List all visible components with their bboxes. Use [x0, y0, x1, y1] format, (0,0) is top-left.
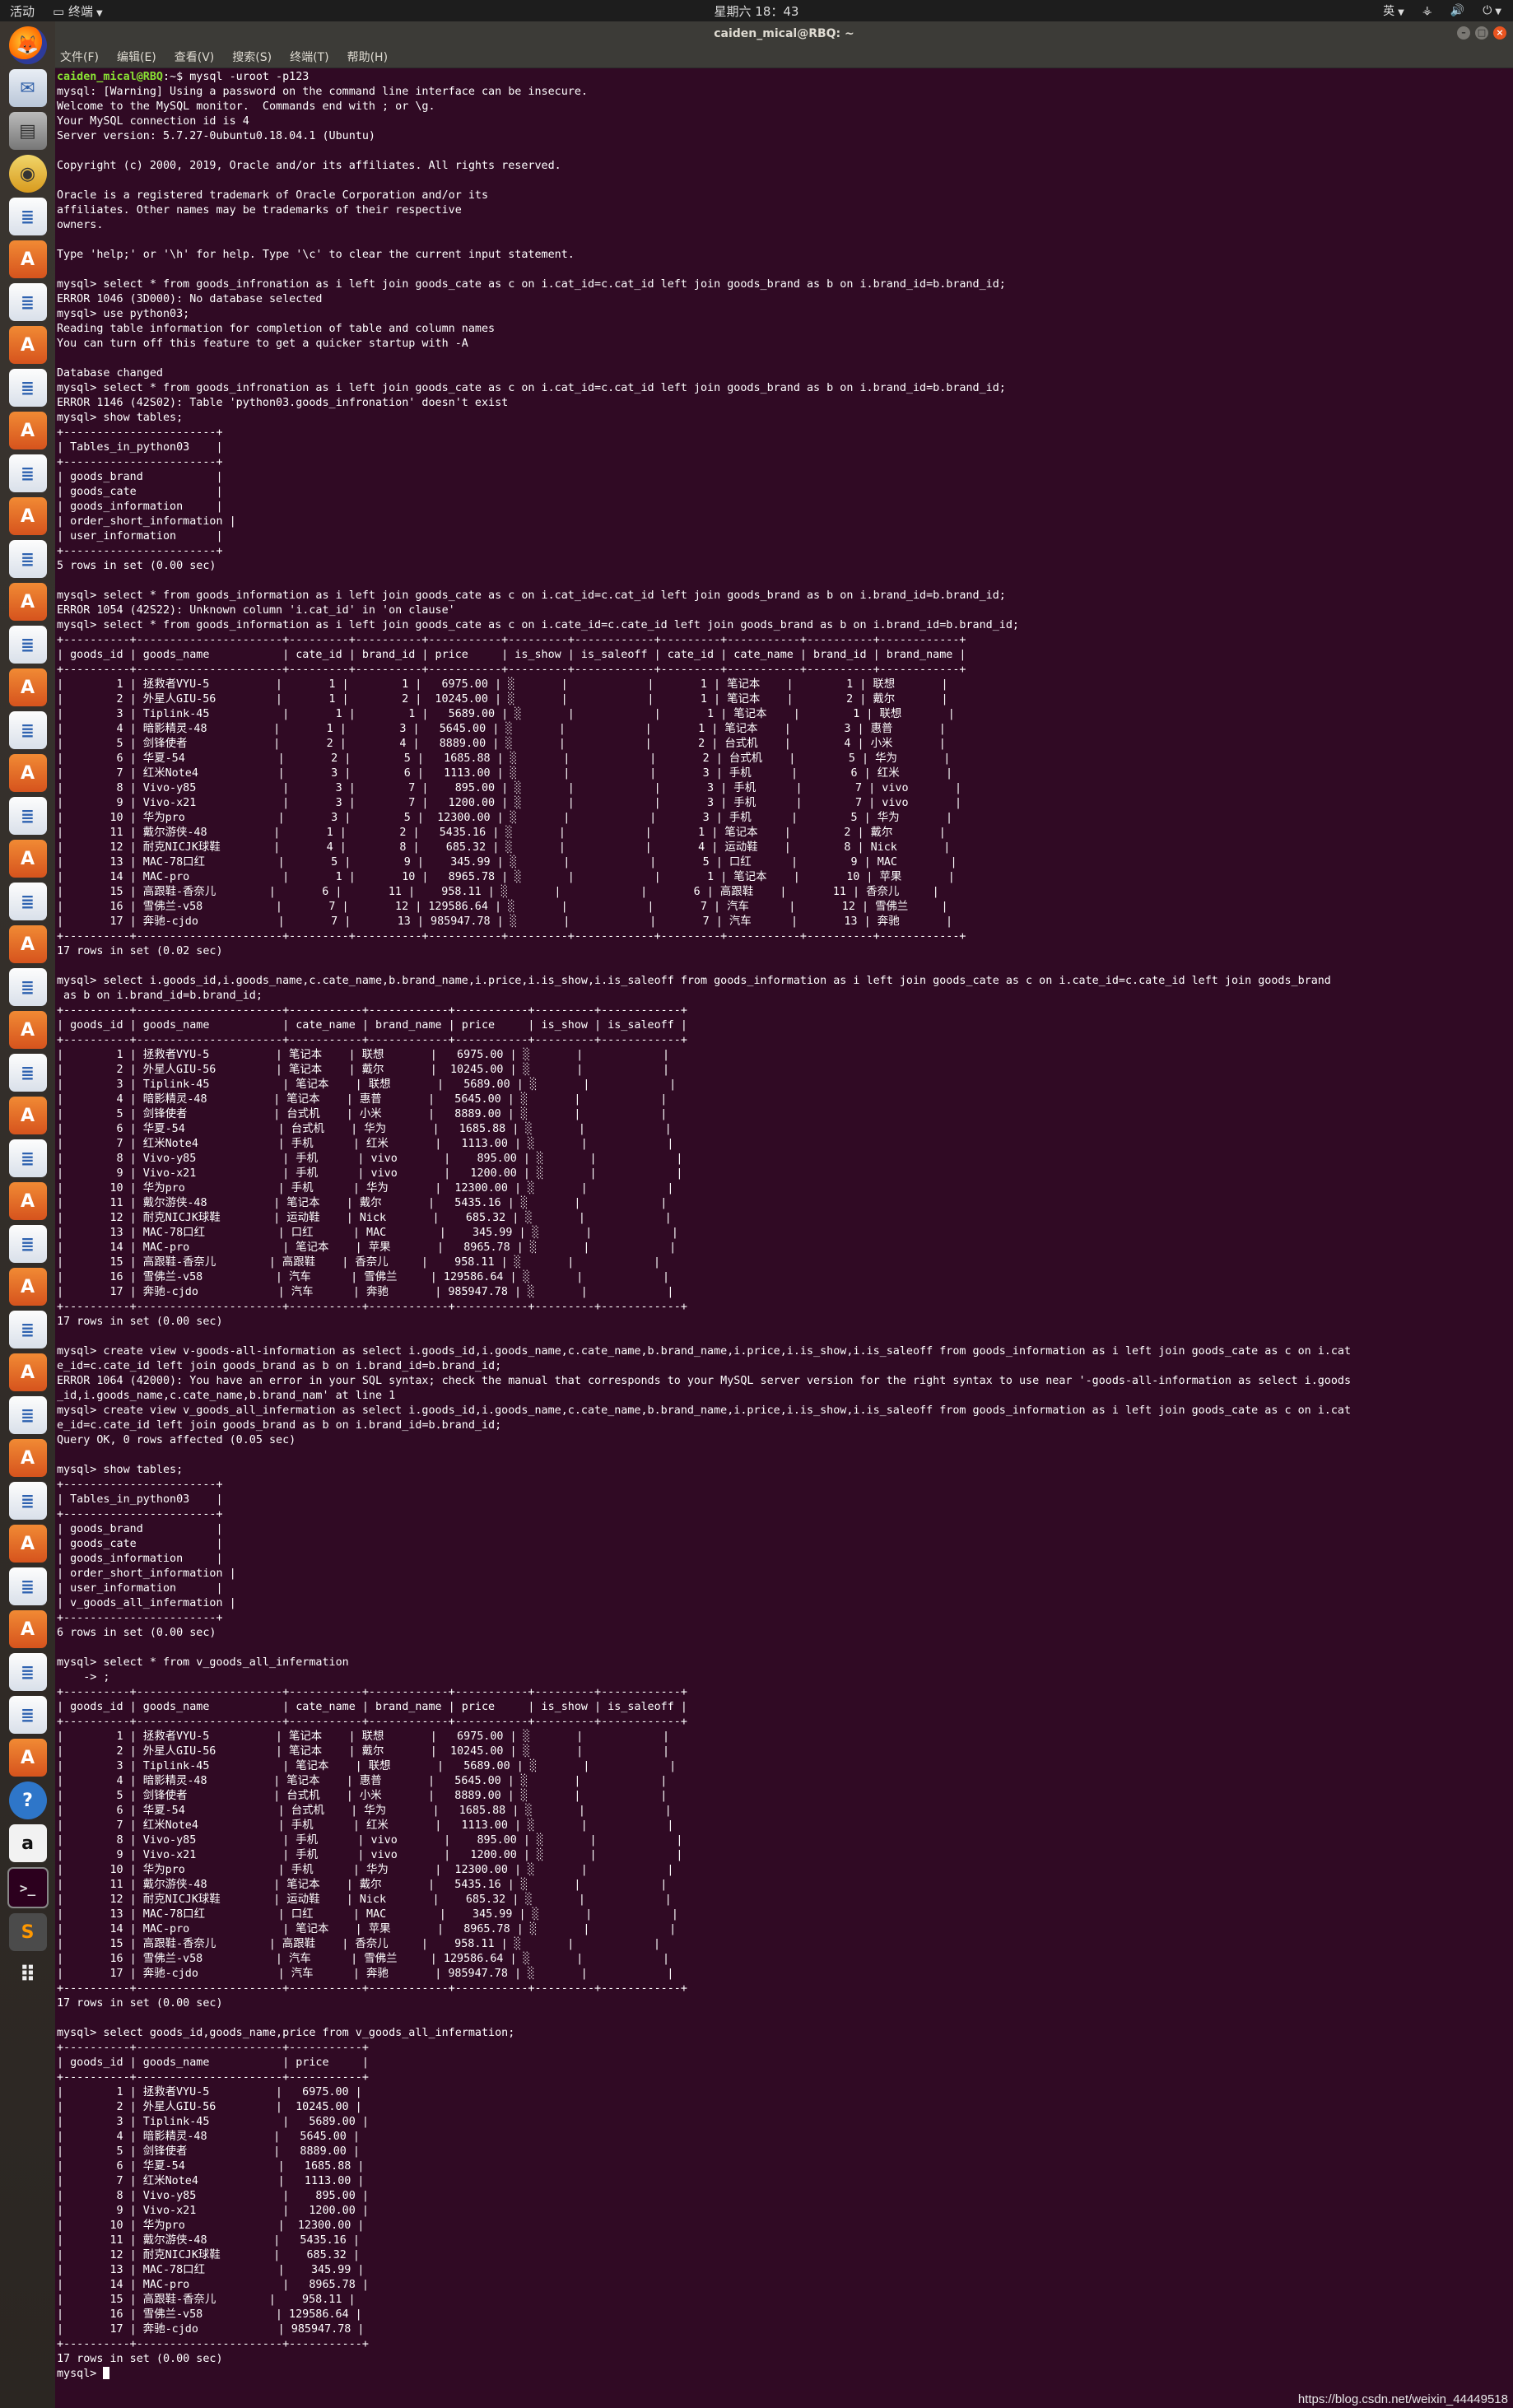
window-titlebar[interactable]: caiden_mical@RBQ: ~ – □ × [55, 21, 1513, 46]
terminal-window: caiden_mical@RBQ: ~ – □ × 文件(F) 编辑(E) 查看(V… [55, 21, 1513, 2408]
libreoffice-writer-icon[interactable]: ≣ [8, 540, 47, 578]
libreoffice-writer-icon[interactable]: ≣ [8, 1482, 47, 1520]
libreoffice-writer-icon[interactable]: ≣ [8, 1054, 47, 1092]
network-icon[interactable]: ⚶ [1422, 4, 1432, 17]
dock: 🦊 ✉ ▤ ◉ ≣ A ≣ A ≣ A ≣ A ≣ A ≣ A ≣ A ≣ A ≣ A ≣ A ≣ A ≣ A ≣ A ≣ A ≣ A ≣ A ≣ A ≣ ≣… [0, 21, 55, 2408]
input-method-indicator[interactable]: 英 ▼ [1383, 2, 1404, 19]
libreoffice-writer-icon[interactable]: ≣ [8, 369, 47, 407]
ubuntu-software-icon[interactable]: A [8, 1739, 47, 1777]
libreoffice-writer-icon[interactable]: ≣ [8, 711, 47, 749]
menu-item[interactable]: 编辑(E) [117, 49, 156, 65]
terminal-icon[interactable]: >_ [7, 1867, 49, 1908]
ubuntu-software-icon[interactable]: A [8, 754, 47, 792]
terminal-scrollback: mysql: [Warning] Using a password on the… [57, 86, 1352, 2365]
files-icon[interactable]: ▤ [8, 112, 47, 150]
thunderbird-mail-icon[interactable]: ✉ [8, 69, 47, 107]
firefox-icon[interactable]: 🦊 [8, 26, 47, 64]
ubuntu-software-icon[interactable]: A [8, 583, 47, 621]
libreoffice-writer-icon[interactable]: ≣ [8, 1567, 47, 1605]
first-command: :~$ mysql -uroot -p123 [163, 71, 310, 83]
ubuntu-software-icon[interactable]: A [8, 1610, 47, 1648]
maximize-button[interactable]: □ [1475, 26, 1488, 40]
menu-item[interactable]: 帮助(H) [347, 49, 388, 65]
text-cursor [103, 2367, 110, 2379]
libreoffice-writer-icon[interactable]: ≣ [8, 1696, 47, 1734]
terminal-output[interactable]: caiden_mical@RBQ:~$ mysql -uroot -p123 m… [55, 68, 1513, 2404]
ubuntu-software-icon[interactable]: A [8, 240, 47, 278]
libreoffice-writer-icon[interactable]: ≣ [8, 1396, 47, 1434]
libreoffice-writer-icon[interactable]: ≣ [8, 454, 47, 492]
menu-item[interactable]: 搜索(S) [232, 49, 272, 65]
ubuntu-software-icon[interactable]: A [8, 925, 47, 963]
libreoffice-writer-icon[interactable]: ≣ [8, 883, 47, 920]
input-method-label: 英 [1383, 5, 1395, 18]
sublime-text-icon[interactable]: S [8, 1913, 47, 1951]
ubuntu-software-icon[interactable]: A [8, 497, 47, 535]
ubuntu-software-icon[interactable]: A [8, 1525, 47, 1563]
chevron-down-icon: ▼ [96, 8, 103, 18]
ubuntu-software-icon[interactable]: A [8, 840, 47, 878]
app-menu[interactable]: ▭ 终端 ▼ [53, 2, 103, 20]
window-title: caiden_mical@RBQ: ~ [714, 27, 854, 40]
ubuntu-software-icon[interactable]: A [8, 412, 47, 449]
watermark: https://blog.csdn.net/weixin_44449518 [1297, 2392, 1508, 2406]
amazon-icon[interactable]: a [8, 1824, 47, 1862]
libreoffice-writer-icon[interactable]: ≣ [8, 198, 47, 235]
libreoffice-writer-icon[interactable]: ≣ [8, 1225, 47, 1263]
help-icon[interactable]: ? [8, 1782, 47, 1819]
libreoffice-writer-icon[interactable]: ≣ [8, 1311, 47, 1348]
libreoffice-writer-icon[interactable]: ≣ [8, 1139, 47, 1177]
ubuntu-software-icon[interactable]: A [8, 1439, 47, 1477]
menu-bar: 文件(F) 编辑(E) 查看(V) 搜索(S) 终端(T) 帮助(H) [55, 46, 1513, 68]
rhythmbox-icon[interactable]: ◉ [8, 155, 47, 193]
minimize-button[interactable]: – [1457, 26, 1470, 40]
menu-item[interactable]: 终端(T) [290, 49, 328, 65]
libreoffice-writer-icon[interactable]: ≣ [8, 283, 47, 321]
libreoffice-writer-icon[interactable]: ≣ [8, 797, 47, 835]
libreoffice-writer-icon[interactable]: ≣ [8, 626, 47, 664]
activities-button[interactable]: 活动 [10, 2, 35, 20]
top-panel: 活动 ▭ 终端 ▼ 星期六 18：43 英 ▼ ⚶ 🔊 ⏻ ▼ [0, 0, 1513, 21]
libreoffice-writer-icon[interactable]: ≣ [8, 968, 47, 1006]
ubuntu-software-icon[interactable]: A [8, 1011, 47, 1049]
ubuntu-software-icon[interactable]: A [8, 668, 47, 706]
ubuntu-software-icon[interactable]: A [8, 1268, 47, 1306]
menu-item[interactable]: 文件(F) [60, 49, 99, 65]
ubuntu-software-icon[interactable]: A [8, 1182, 47, 1220]
libreoffice-writer-icon[interactable]: ≣ [8, 1653, 47, 1691]
prompt-user-host: caiden_mical@RBQ [57, 71, 163, 83]
current-prompt: mysql> [57, 2368, 104, 2380]
power-icon[interactable]: ⏻ ▼ [1483, 4, 1501, 17]
chevron-down-icon: ▼ [1398, 8, 1404, 17]
terminal-small-icon: ▭ [53, 3, 65, 19]
ubuntu-software-icon[interactable]: A [8, 326, 47, 364]
ubuntu-software-icon[interactable]: A [8, 1097, 47, 1134]
close-button[interactable]: × [1493, 26, 1506, 40]
show-applications-icon[interactable]: ⠿ [9, 1956, 47, 1994]
menu-item[interactable]: 查看(V) [175, 49, 215, 65]
clock[interactable]: 星期六 18：43 [715, 4, 799, 19]
app-menu-label: 终端 [68, 3, 93, 19]
ubuntu-software-icon[interactable]: A [8, 1353, 47, 1391]
volume-icon[interactable]: 🔊 [1450, 4, 1464, 17]
